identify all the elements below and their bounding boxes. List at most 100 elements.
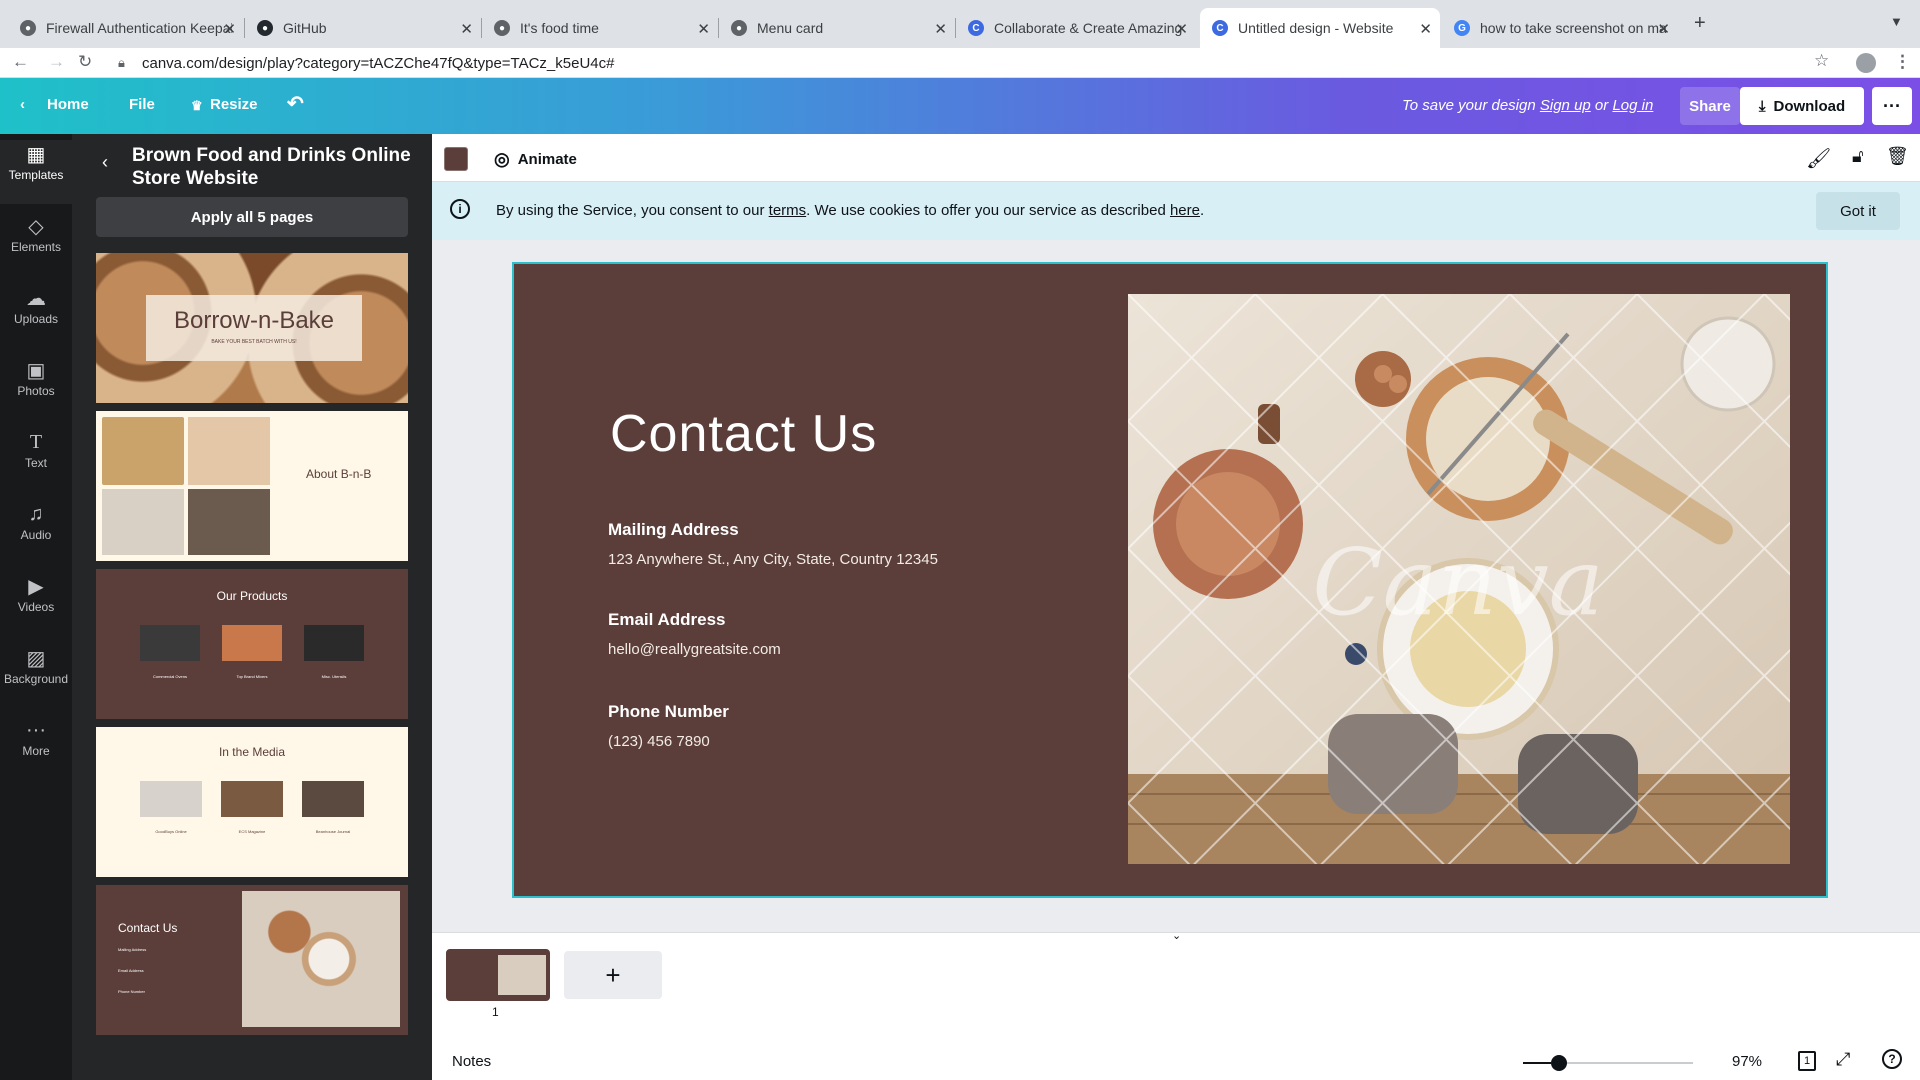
template-page-5-thumb[interactable]: Contact Us Mailing Address Email Address… xyxy=(96,885,408,1035)
thumb-4-caption: ECS Magazine xyxy=(238,829,266,834)
color-swatch[interactable] xyxy=(444,147,468,171)
undo-icon[interactable]: ↶ xyxy=(287,91,304,116)
context-toolbar: ◎ Animate 🖌︎ 🔓︎ 🗑︎ xyxy=(432,134,1920,182)
tab-title: Firewall Authentication Keepalive xyxy=(46,20,232,36)
rail-item-videos[interactable]: ▶ Videos xyxy=(0,572,72,636)
close-icon[interactable]: ✕ xyxy=(223,20,236,38)
phone-number-label[interactable]: Phone Number xyxy=(608,702,729,722)
terms-link[interactable]: terms xyxy=(769,202,807,219)
close-icon[interactable]: ✕ xyxy=(1175,20,1188,38)
close-icon[interactable]: ✕ xyxy=(934,20,947,38)
profile-avatar[interactable] xyxy=(1856,53,1876,73)
editor-top-bar: ‹ Home File ♛ Resize ↶ To save your desi… xyxy=(0,78,1920,134)
globe-icon: ● xyxy=(20,20,36,36)
browser-tab[interactable]: ● Firewall Authentication Keepalive ✕ xyxy=(8,8,244,48)
rail-label: Photos xyxy=(17,384,55,398)
file-menu[interactable]: File xyxy=(129,96,155,113)
tab-title: Menu card xyxy=(757,20,824,36)
close-icon[interactable]: ✕ xyxy=(697,20,710,38)
thumb-1-subtitle: BAKE YOUR BEST BATCH WITH US! xyxy=(211,339,297,345)
contact-title[interactable]: Contact Us xyxy=(610,404,877,464)
template-page-1-thumb[interactable]: Borrow-n-Bake BAKE YOUR BEST BATCH WITH … xyxy=(96,253,408,403)
back-icon[interactable]: ← xyxy=(12,52,29,72)
resize-button[interactable]: Resize xyxy=(210,96,258,113)
sign-up-link[interactable]: Sign up xyxy=(1540,97,1591,114)
template-page-3-thumb[interactable]: Our Products Commercial Ovens Top Brand … xyxy=(96,569,408,719)
more-options-icon[interactable]: ··· xyxy=(1872,87,1912,125)
lock-icon[interactable]: 🔒︎ xyxy=(118,55,125,71)
thumb-3-caption: Commercial Ovens xyxy=(152,674,187,679)
template-page-2-thumb[interactable]: About B-n-B xyxy=(96,411,408,561)
home-button[interactable]: Home xyxy=(47,96,89,113)
browser-tab-active[interactable]: C Untitled design - Website ✕ xyxy=(1200,8,1440,48)
download-label: Download xyxy=(1773,97,1846,115)
tab-search-icon[interactable]: ▼ xyxy=(1890,14,1903,29)
zoom-slider-handle[interactable] xyxy=(1551,1055,1567,1071)
rail-item-elements[interactable]: ◇ Elements xyxy=(0,212,72,276)
back-chevron-icon[interactable]: ‹ xyxy=(102,152,108,173)
apply-all-pages-button[interactable]: Apply all 5 pages xyxy=(96,197,408,237)
paint-format-icon[interactable]: 🖌︎ xyxy=(1806,146,1831,171)
notes-button[interactable]: Notes xyxy=(452,1053,491,1070)
page-count-button[interactable]: 1 xyxy=(1798,1051,1816,1071)
forward-icon[interactable]: → xyxy=(48,52,65,72)
mailing-address-value[interactable]: 123 Anywhere St., Any City, State, Count… xyxy=(608,551,938,568)
thumb-1-title: Borrow-n-Bake xyxy=(173,307,335,334)
help-icon[interactable]: ? xyxy=(1882,1049,1902,1069)
chevron-down-icon[interactable]: ⌄ xyxy=(1172,929,1181,942)
close-icon[interactable]: ✕ xyxy=(1657,20,1670,38)
rail-item-photos[interactable]: ▣ Photos xyxy=(0,356,72,420)
cookie-text-mid: . We use cookies to offer you our servic… xyxy=(806,202,1166,219)
share-button[interactable]: Share xyxy=(1680,87,1740,125)
bookmark-star-icon[interactable]: ☆ xyxy=(1814,51,1829,71)
thumb-4-caption: GoodBuys Online xyxy=(155,829,187,834)
got-it-button[interactable]: Got it xyxy=(1816,192,1900,230)
thumb-4-photo xyxy=(221,781,283,817)
rail-item-audio[interactable]: ♫ Audio xyxy=(0,500,72,564)
email-address-value[interactable]: hello@reallygreatsite.com xyxy=(608,641,781,658)
url-field[interactable]: canva.com/design/play?category=tACZChe47… xyxy=(142,55,614,72)
chevron-left-icon[interactable]: ‹ xyxy=(20,96,25,113)
reload-icon[interactable]: ↻ xyxy=(78,52,92,72)
template-page-4-thumb[interactable]: In the Media GoodBuys Online ECS Magazin… xyxy=(96,727,408,877)
mailing-address-label[interactable]: Mailing Address xyxy=(608,520,739,540)
zoom-level[interactable]: 97% xyxy=(1732,1053,1762,1070)
add-page-button[interactable]: + xyxy=(564,951,662,999)
page-thumbnail[interactable] xyxy=(446,949,550,1001)
lock-icon[interactable]: 🔓︎ xyxy=(1852,146,1864,167)
browser-tab[interactable]: ● GitHub ✕ xyxy=(245,8,481,48)
close-icon[interactable]: ✕ xyxy=(1419,20,1432,38)
phone-number-value[interactable]: (123) 456 7890 xyxy=(608,733,710,750)
email-address-label[interactable]: Email Address xyxy=(608,610,725,630)
browser-tab[interactable]: ● It's food time ✕ xyxy=(482,8,718,48)
rail-item-more[interactable]: ··· More xyxy=(0,716,72,780)
background-icon: ▨ xyxy=(26,647,46,670)
rail-item-uploads[interactable]: ☁ Uploads xyxy=(0,284,72,348)
baking-photo[interactable]: Canva xyxy=(1128,294,1790,864)
download-button[interactable]: ⤓ Download xyxy=(1740,87,1864,125)
close-icon[interactable]: ✕ xyxy=(460,20,473,38)
uploads-icon: ☁ xyxy=(26,287,46,310)
crown-icon: ♛ xyxy=(191,98,203,113)
browser-tab[interactable]: G how to take screenshot on mac ✕ xyxy=(1442,8,1678,48)
trash-icon[interactable]: 🗑︎ xyxy=(1886,146,1909,167)
design-canvas[interactable]: Contact Us Mailing Address 123 Anywhere … xyxy=(512,262,1828,898)
thumb-2-photo xyxy=(102,489,184,555)
cookie-text-pre: By using the Service, you consent to our xyxy=(496,202,765,219)
rail-item-background[interactable]: ▨ Background xyxy=(0,644,72,708)
animate-icon: ◎ xyxy=(494,149,510,169)
browser-tab[interactable]: ● Menu card ✕ xyxy=(719,8,955,48)
thumb-4-photo xyxy=(302,781,364,817)
browser-tab[interactable]: C Collaborate & Create Amazing ✕ xyxy=(956,8,1196,48)
browser-menu-icon[interactable]: ⋮ xyxy=(1894,52,1911,72)
new-tab-icon[interactable]: + xyxy=(1694,12,1706,35)
side-nav-rail: ▦ Templates ◇ Elements ☁ Uploads ▣ Photo… xyxy=(0,134,72,1080)
github-icon: ● xyxy=(257,20,273,36)
tab-title: how to take screenshot on mac xyxy=(1480,20,1666,36)
fullscreen-icon[interactable]: ⤢ xyxy=(1836,1049,1850,1070)
rail-item-text[interactable]: T Text xyxy=(0,428,72,492)
log-in-link[interactable]: Log in xyxy=(1612,97,1653,114)
rail-item-templates[interactable]: ▦ Templates xyxy=(0,140,72,204)
animate-button[interactable]: ◎ Animate xyxy=(494,149,577,170)
here-link[interactable]: here xyxy=(1170,202,1200,219)
